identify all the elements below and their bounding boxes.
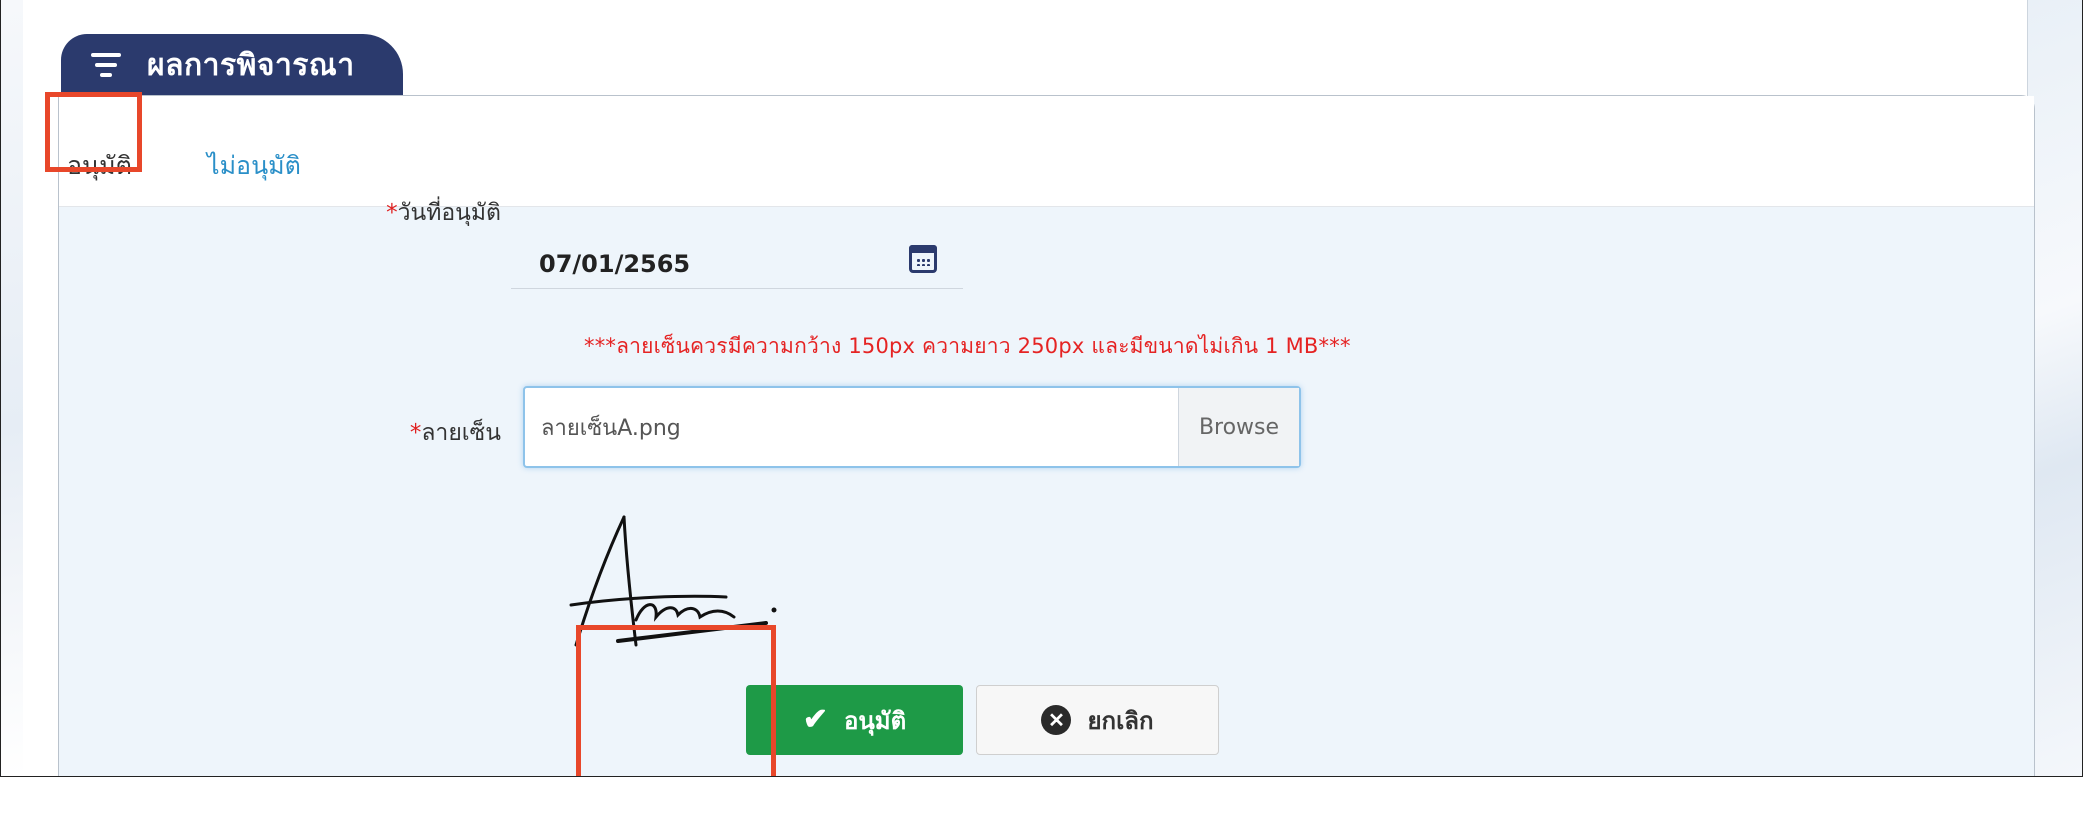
signature-file-upload: Browse — [523, 386, 1301, 468]
check-icon: ✔ — [802, 703, 828, 736]
cancel-button-label: ยกเลิก — [1087, 707, 1154, 735]
signature-notice: ***ลายเซ็นควรมีความกว้าง 150px ความยาว 2… — [584, 334, 1351, 358]
required-marker: * — [386, 200, 398, 226]
required-marker: * — [409, 420, 422, 446]
tab-reject[interactable]: ไม่อนุมัติ — [207, 146, 301, 186]
date-value: 07/01/2565 — [539, 250, 691, 278]
section-title: ผลการพิจารณา — [147, 47, 355, 83]
date-label: *วันที่อนุมัติ — [251, 195, 501, 231]
page-frame: ผลการพิจารณา อนุมัติ ไม่อนุมัติ *วันที่อ… — [0, 0, 2083, 777]
signature-label-text: ลายเซ็น — [421, 420, 501, 446]
tab-approve[interactable]: อนุมัติ — [67, 146, 132, 186]
times-circle-icon: ✕ — [1041, 705, 1072, 735]
signature-label: *ลายเซ็น — [251, 415, 501, 451]
approval-date-field[interactable]: 07/01/2565 — [511, 195, 963, 289]
approve-button[interactable]: ✔ อนุมัติ — [746, 685, 963, 755]
date-label-text: วันที่อนุมัติ — [397, 200, 501, 226]
filter-icon — [91, 53, 121, 77]
approve-button-label: อนุมัติ — [843, 707, 907, 735]
browse-button[interactable]: Browse — [1178, 388, 1299, 466]
cancel-button[interactable]: ✕ ยกเลิก — [976, 685, 1219, 755]
signature-file-input[interactable] — [525, 388, 1180, 466]
signature-preview-image — [569, 515, 777, 647]
left-background-decoration — [1, 0, 23, 776]
calendar-icon[interactable] — [909, 245, 937, 273]
section-header: ผลการพิจารณา — [61, 34, 403, 96]
tab-bar: อนุมัติ ไม่อนุมัติ — [59, 96, 2034, 207]
right-background-decoration — [2027, 0, 2082, 776]
